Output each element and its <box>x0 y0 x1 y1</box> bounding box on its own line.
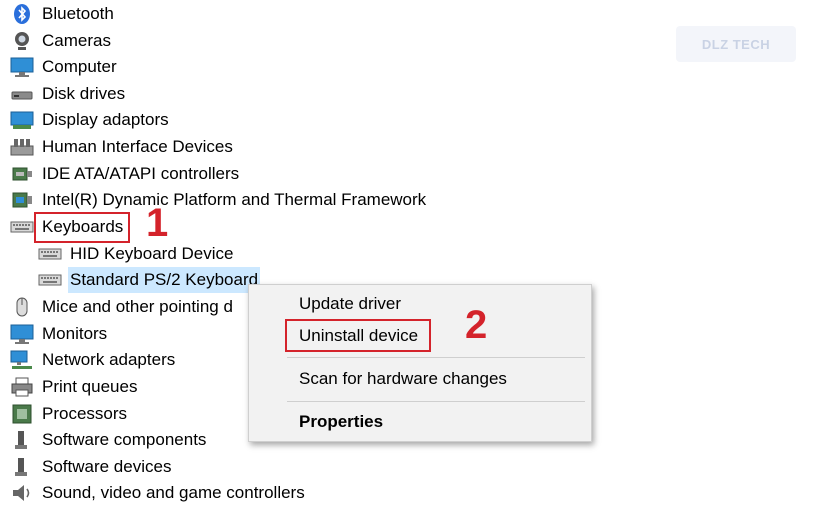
tree-item-print-queues[interactable]: Print queues <box>10 374 139 400</box>
tree-item-human-interface-devices[interactable]: Human Interface Devices <box>10 134 235 160</box>
tree-item-label: IDE ATA/ATAPI controllers <box>42 164 240 183</box>
keyboard-icon <box>38 243 62 265</box>
tree-item-label: Software devices <box>42 457 172 476</box>
tree-item-processors[interactable]: Processors <box>10 401 129 427</box>
hid-icon <box>10 136 34 158</box>
watermark-text: DLZ TECH <box>701 36 771 52</box>
context-menu: Update driver Uninstall device Scan for … <box>248 284 592 442</box>
display-adapter-icon <box>10 109 34 131</box>
properties-menu-item[interactable]: Properties <box>299 410 383 434</box>
tree-item-label: Disk drives <box>42 84 126 103</box>
tree-item-label: Sound, video and game controllers <box>42 483 305 502</box>
tree-item-label: Bluetooth <box>42 4 114 23</box>
sound-icon <box>10 482 34 504</box>
bluetooth-icon <box>10 3 34 25</box>
tree-item-label: Display adaptors <box>42 110 169 129</box>
mouse-icon <box>10 296 34 318</box>
camera-icon <box>10 30 34 52</box>
tree-item-bluetooth[interactable]: Bluetooth <box>10 1 116 27</box>
tree-item-software-devices[interactable]: Software devices <box>10 454 173 480</box>
tree-item-sound-controllers[interactable]: Sound, video and game controllers <box>10 480 307 506</box>
tree-item-label: Computer <box>42 57 117 76</box>
tree-item-label: Mice and other pointing d <box>42 297 233 316</box>
tree-item-label: Software components <box>42 430 207 449</box>
tree-item-label: Monitors <box>42 324 108 343</box>
tree-item-label: Print queues <box>42 377 138 396</box>
ide-controller-icon <box>10 163 34 185</box>
uninstall-highlight-box <box>285 319 431 352</box>
network-adapter-icon <box>10 349 34 371</box>
tree-item-standard-ps2-keyboard[interactable]: Standard PS/2 Keyboard <box>38 267 261 293</box>
printer-icon <box>10 376 34 398</box>
tree-item-cameras[interactable]: Cameras <box>10 28 113 54</box>
chip-icon <box>10 189 34 211</box>
tree-item-software-components[interactable]: Software components <box>10 427 208 453</box>
update-driver-menu-item[interactable]: Update driver <box>299 292 401 316</box>
disk-drive-icon <box>10 83 34 105</box>
computer-icon <box>10 56 34 78</box>
tree-item-computer[interactable]: Computer <box>10 54 119 80</box>
software-device-icon <box>10 456 34 478</box>
keyboard-icon <box>10 216 34 238</box>
tree-item-label: Cameras <box>42 31 111 50</box>
tree-item-label: Processors <box>42 404 128 423</box>
tree-item-hid-keyboard-device[interactable]: HID Keyboard Device <box>38 241 235 267</box>
tree-item-monitors[interactable]: Monitors <box>10 321 109 347</box>
keyboard-icon <box>38 269 62 291</box>
monitor-icon <box>10 323 34 345</box>
step-2-label: 2 <box>465 303 488 347</box>
watermark-logo: DLZ TECH <box>676 26 796 62</box>
scan-hardware-menu-item[interactable]: Scan for hardware changes <box>299 367 507 391</box>
tree-item-label: Human Interface Devices <box>42 137 233 156</box>
processor-icon <box>10 403 34 425</box>
software-component-icon <box>10 429 34 451</box>
tree-item-label: Standard PS/2 Keyboard <box>68 267 261 293</box>
step-1-label: 1 <box>146 201 169 245</box>
tree-item-label: Network adapters <box>42 350 176 369</box>
tree-item-network-adapters[interactable]: Network adapters <box>10 347 177 373</box>
tree-item-mice[interactable]: Mice and other pointing d <box>10 294 235 320</box>
keyboards-highlight-box <box>34 212 130 243</box>
tree-item-ide-controllers[interactable]: IDE ATA/ATAPI controllers <box>10 161 241 187</box>
tree-item-disk-drives[interactable]: Disk drives <box>10 81 127 107</box>
tree-item-intel-dptf[interactable]: Intel(R) Dynamic Platform and Thermal Fr… <box>10 187 428 213</box>
tree-item-display-adaptors[interactable]: Display adaptors <box>10 107 171 133</box>
menu-separator <box>287 401 585 402</box>
tree-item-label: Intel(R) Dynamic Platform and Thermal Fr… <box>42 190 427 209</box>
menu-separator <box>287 357 585 358</box>
